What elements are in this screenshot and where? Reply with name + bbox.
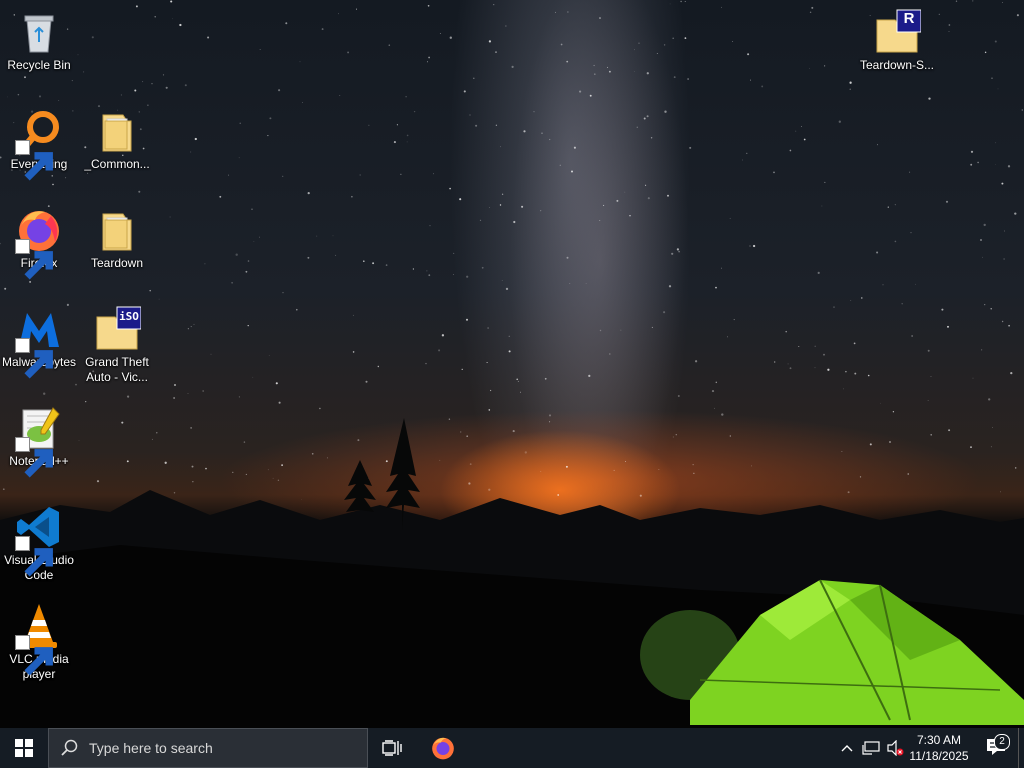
firefox-icon <box>432 737 454 760</box>
notification-count-badge: 2 <box>994 734 1010 750</box>
desktop-icon-label: Recycle Bin <box>7 58 71 72</box>
desktop-icon-gta-iso[interactable]: iSO Grand Theft Auto - Vic... <box>78 301 156 395</box>
desktop-icon-firefox[interactable]: Firefox <box>0 202 78 296</box>
iso-folder-icon: iSO <box>93 305 141 353</box>
desktop-icon-vlc[interactable]: VLC media player <box>0 598 78 692</box>
windows-logo-icon <box>15 739 33 757</box>
vlc-icon <box>15 602 63 676</box>
volume-muted-icon <box>887 740 904 756</box>
desktop-icon-everything[interactable]: Everything <box>0 103 78 197</box>
malwarebytes-icon <box>15 305 63 379</box>
desktop-icon-common-folder[interactable]: _Common... <box>78 103 156 197</box>
task-view-icon <box>382 740 402 756</box>
desktop-icon-recycle-bin[interactable]: Recycle Bin <box>0 4 78 98</box>
shortcut-arrow-icon <box>15 140 53 181</box>
folder-icon <box>93 107 141 155</box>
action-center-button[interactable]: 2 <box>978 728 1014 768</box>
rar-badge: R <box>903 10 915 27</box>
network-button[interactable] <box>858 728 884 768</box>
desktop-icon-malwarebytes[interactable]: Malwarebytes <box>0 301 78 395</box>
desktop-icon-teardown-rar[interactable]: R Teardown-S... <box>857 4 937 98</box>
desktop-icon-label: Teardown <box>90 256 144 270</box>
desktop-icon-label: _Common... <box>84 157 150 171</box>
taskbar: Type here to search 7:30 AM 11/18/2025 2 <box>0 728 1024 768</box>
shortcut-arrow-icon <box>15 437 53 478</box>
iso-badge: iSO <box>119 310 139 323</box>
chevron-up-icon <box>841 745 853 752</box>
shortcut-arrow-icon <box>15 338 53 379</box>
show-hidden-icons-button[interactable] <box>836 728 858 768</box>
desktop-icon-label: Grand Theft Auto - Vic... <box>85 355 149 384</box>
clock-time: 7:30 AM <box>916 733 962 747</box>
show-desktop-button[interactable] <box>1018 728 1024 768</box>
taskbar-search-box[interactable]: Type here to search <box>48 728 368 768</box>
recycle-bin-icon <box>15 8 63 56</box>
clock[interactable]: 7:30 AM 11/18/2025 <box>904 728 974 768</box>
clock-date: 11/18/2025 <box>909 749 969 763</box>
search-icon <box>61 739 78 756</box>
desktop[interactable]: Recycle Bin Everything _Common... Firefo… <box>0 0 1024 728</box>
rar-folder-icon: R <box>873 8 921 56</box>
notepad-plus-plus-icon <box>15 404 63 478</box>
desktop-icon-vscode[interactable]: Visual Studio Code <box>0 499 78 593</box>
desktop-icon-teardown-folder[interactable]: Teardown <box>78 202 156 296</box>
everything-search-icon <box>15 107 63 181</box>
vscode-icon <box>15 503 63 577</box>
volume-button[interactable] <box>884 728 906 768</box>
search-placeholder: Type here to search <box>89 740 213 756</box>
task-view-button[interactable] <box>372 728 412 768</box>
firefox-icon <box>15 206 63 280</box>
start-button[interactable] <box>0 728 48 768</box>
desktop-icon-label: Teardown-S... <box>859 58 935 72</box>
desktop-icon-notepad-plus-plus[interactable]: Notepad++ <box>0 400 78 494</box>
shortcut-arrow-icon <box>15 635 53 676</box>
network-icon <box>862 741 880 755</box>
shortcut-arrow-icon <box>15 239 53 280</box>
shortcut-arrow-icon <box>15 536 53 577</box>
folder-icon <box>93 206 141 254</box>
taskbar-firefox-button[interactable] <box>420 728 466 768</box>
